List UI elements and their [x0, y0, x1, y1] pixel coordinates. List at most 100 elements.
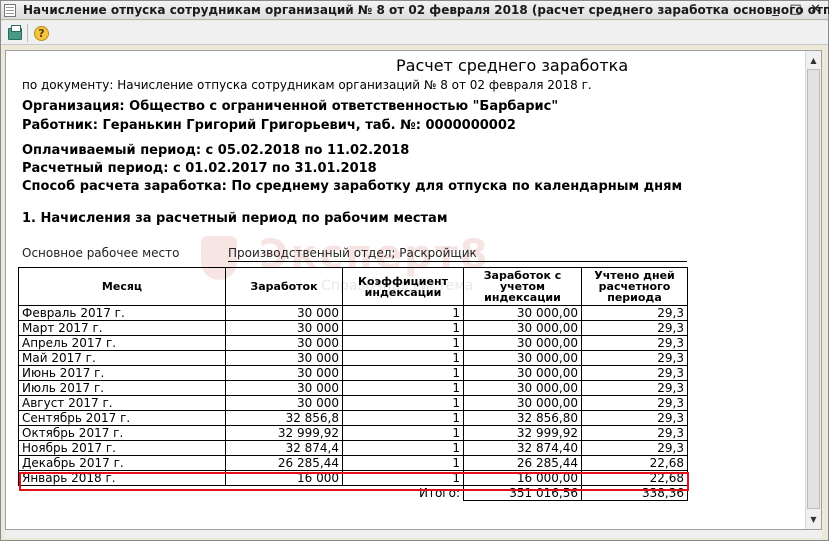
minimize-button[interactable]: _ — [767, 2, 784, 18]
indexed-earnings-cell: 30 000,00 — [463, 350, 582, 366]
scroll-thumb[interactable] — [807, 69, 820, 509]
days-cell: 29,3 — [581, 365, 688, 381]
report-document: Эксперт8 Справочная система Расчет средн… — [6, 51, 803, 529]
earnings-cell: 32 999,92 — [225, 425, 343, 441]
print-button[interactable] — [5, 24, 23, 42]
indexed-earnings-cell: 32 856,80 — [463, 410, 582, 426]
indexed-earnings-cell: 30 000,00 — [463, 320, 582, 336]
workplace-value: Производственный отдел; Раскройщик — [228, 246, 477, 260]
calc-period-line: Расчетный период: с 01.02.2017 по 31.01.… — [22, 161, 377, 176]
table-row: Октябрь 2017 г. 32 999,92 1 32 999,92 29,3 — [18, 425, 688, 441]
days-cell: 22,68 — [581, 455, 688, 471]
month-cell: Апрель 2017 г. — [18, 335, 226, 351]
workplace-underline — [228, 261, 687, 262]
month-cell: Март 2017 г. — [18, 320, 226, 336]
indexed-earnings-cell: 30 000,00 — [463, 305, 582, 321]
print-icon — [8, 25, 22, 40]
organization-line: Организация: Общество с ограниченной отв… — [22, 99, 559, 114]
index-coef-cell: 1 — [342, 425, 464, 441]
paid-period-line: Оплачиваемый период: с 05.02.2018 по 11.… — [22, 143, 410, 158]
window-title: Начисление отпуска сотрудникам организац… — [23, 3, 829, 17]
january-row-highlight — [19, 472, 689, 491]
section-heading: 1. Начисления за расчетный период по раб… — [22, 211, 448, 226]
report-title: Расчет среднего заработка — [396, 56, 629, 75]
indexed-earnings-cell: 30 000,00 — [463, 395, 582, 411]
maximize-button[interactable]: □ — [787, 2, 804, 18]
accruals-table: Месяц Заработок Коэффициент индексации З… — [18, 267, 688, 501]
index-coef-cell: 1 — [342, 410, 464, 426]
indexed-earnings-cell: 30 000,00 — [463, 335, 582, 351]
month-cell: Июль 2017 г. — [18, 380, 226, 396]
table-row: Март 2017 г. 30 000 1 30 000,00 29,3 — [18, 320, 688, 336]
earnings-cell: 30 000 — [225, 350, 343, 366]
toolbar: ? — [1, 21, 828, 45]
worker-line: Работник: Геранькин Григорий Григорьевич… — [22, 118, 516, 133]
table-row: Июль 2017 г. 30 000 1 30 000,00 29,3 — [18, 380, 688, 396]
table-row: Сентябрь 2017 г. 32 856,8 1 32 856,80 29,3 — [18, 410, 688, 426]
index-coef-cell: 1 — [342, 350, 464, 366]
index-coef-cell: 1 — [342, 380, 464, 396]
earnings-cell: 30 000 — [225, 380, 343, 396]
earnings-cell: 30 000 — [225, 305, 343, 321]
month-cell: Октябрь 2017 г. — [18, 425, 226, 441]
column-header: Заработок с учетом индексации — [463, 267, 582, 306]
table-row: Июнь 2017 г. 30 000 1 30 000,00 29,3 — [18, 365, 688, 381]
earnings-cell: 26 285,44 — [225, 455, 343, 471]
table-row: Ноябрь 2017 г. 32 874,4 1 32 874,40 29,3 — [18, 440, 688, 456]
column-header: Месяц — [18, 267, 226, 306]
column-header: Коэффициент индексации — [342, 267, 464, 306]
help-icon: ? — [34, 26, 49, 41]
table-row: Май 2017 г. 30 000 1 30 000,00 29,3 — [18, 350, 688, 366]
days-cell: 29,3 — [581, 335, 688, 351]
month-cell: Ноябрь 2017 г. — [18, 440, 226, 456]
indexed-earnings-cell: 26 285,44 — [463, 455, 582, 471]
toolbar-separator — [27, 24, 28, 42]
days-cell: 29,3 — [581, 320, 688, 336]
index-coef-cell: 1 — [342, 365, 464, 381]
days-cell: 29,3 — [581, 395, 688, 411]
month-cell: Май 2017 г. — [18, 350, 226, 366]
days-cell: 29,3 — [581, 440, 688, 456]
index-coef-cell: 1 — [342, 335, 464, 351]
indexed-earnings-cell: 32 999,92 — [463, 425, 582, 441]
earnings-cell: 32 856,8 — [225, 410, 343, 426]
close-button[interactable]: ✕ — [807, 2, 824, 18]
earnings-cell: 30 000 — [225, 320, 343, 336]
column-header: Заработок — [225, 267, 343, 306]
index-coef-cell: 1 — [342, 455, 464, 471]
column-header: Учтено дней расчетного периода — [581, 267, 688, 306]
table-row: Декабрь 2017 г. 26 285,44 1 26 285,44 22,68 — [18, 455, 688, 471]
earnings-cell: 30 000 — [225, 395, 343, 411]
calc-method-line: Способ расчета заработка: По среднему за… — [22, 179, 683, 194]
report-frame: Эксперт8 Справочная система Расчет средн… — [5, 50, 822, 530]
table-body: Февраль 2017 г. 30 000 1 30 000,00 29,3 Март … — [18, 305, 688, 486]
index-coef-cell: 1 — [342, 440, 464, 456]
horizontal-scrollbar[interactable] — [5, 530, 822, 538]
scroll-down-arrow-icon[interactable]: ▼ — [806, 512, 821, 527]
document-icon — [4, 4, 16, 17]
month-cell: Июнь 2017 г. — [18, 365, 226, 381]
indexed-earnings-cell: 32 874,40 — [463, 440, 582, 456]
month-cell: Февраль 2017 г. — [18, 305, 226, 321]
month-cell: Декабрь 2017 г. — [18, 455, 226, 471]
index-coef-cell: 1 — [342, 305, 464, 321]
indexed-earnings-cell: 30 000,00 — [463, 380, 582, 396]
table-row: Апрель 2017 г. 30 000 1 30 000,00 29,3 — [18, 335, 688, 351]
help-button[interactable]: ? — [32, 24, 50, 42]
days-cell: 29,3 — [581, 305, 688, 321]
index-coef-cell: 1 — [342, 395, 464, 411]
month-cell: Август 2017 г. — [18, 395, 226, 411]
earnings-cell: 32 874,4 — [225, 440, 343, 456]
earnings-cell: 30 000 — [225, 335, 343, 351]
indexed-earnings-cell: 30 000,00 — [463, 365, 582, 381]
scroll-up-arrow-icon[interactable]: ▲ — [806, 53, 821, 68]
by-document-line: по документу: Начисление отпуска сотрудн… — [22, 78, 592, 92]
vertical-scrollbar[interactable]: ▲ ▼ — [805, 51, 821, 529]
workplace-label: Основное рабочее место — [22, 246, 180, 260]
days-cell: 29,3 — [581, 380, 688, 396]
days-cell: 29,3 — [581, 425, 688, 441]
days-cell: 29,3 — [581, 410, 688, 426]
table-header-row: Месяц Заработок Коэффициент индексации З… — [18, 267, 688, 306]
earnings-cell: 30 000 — [225, 365, 343, 381]
table-row: Август 2017 г. 30 000 1 30 000,00 29,3 — [18, 395, 688, 411]
